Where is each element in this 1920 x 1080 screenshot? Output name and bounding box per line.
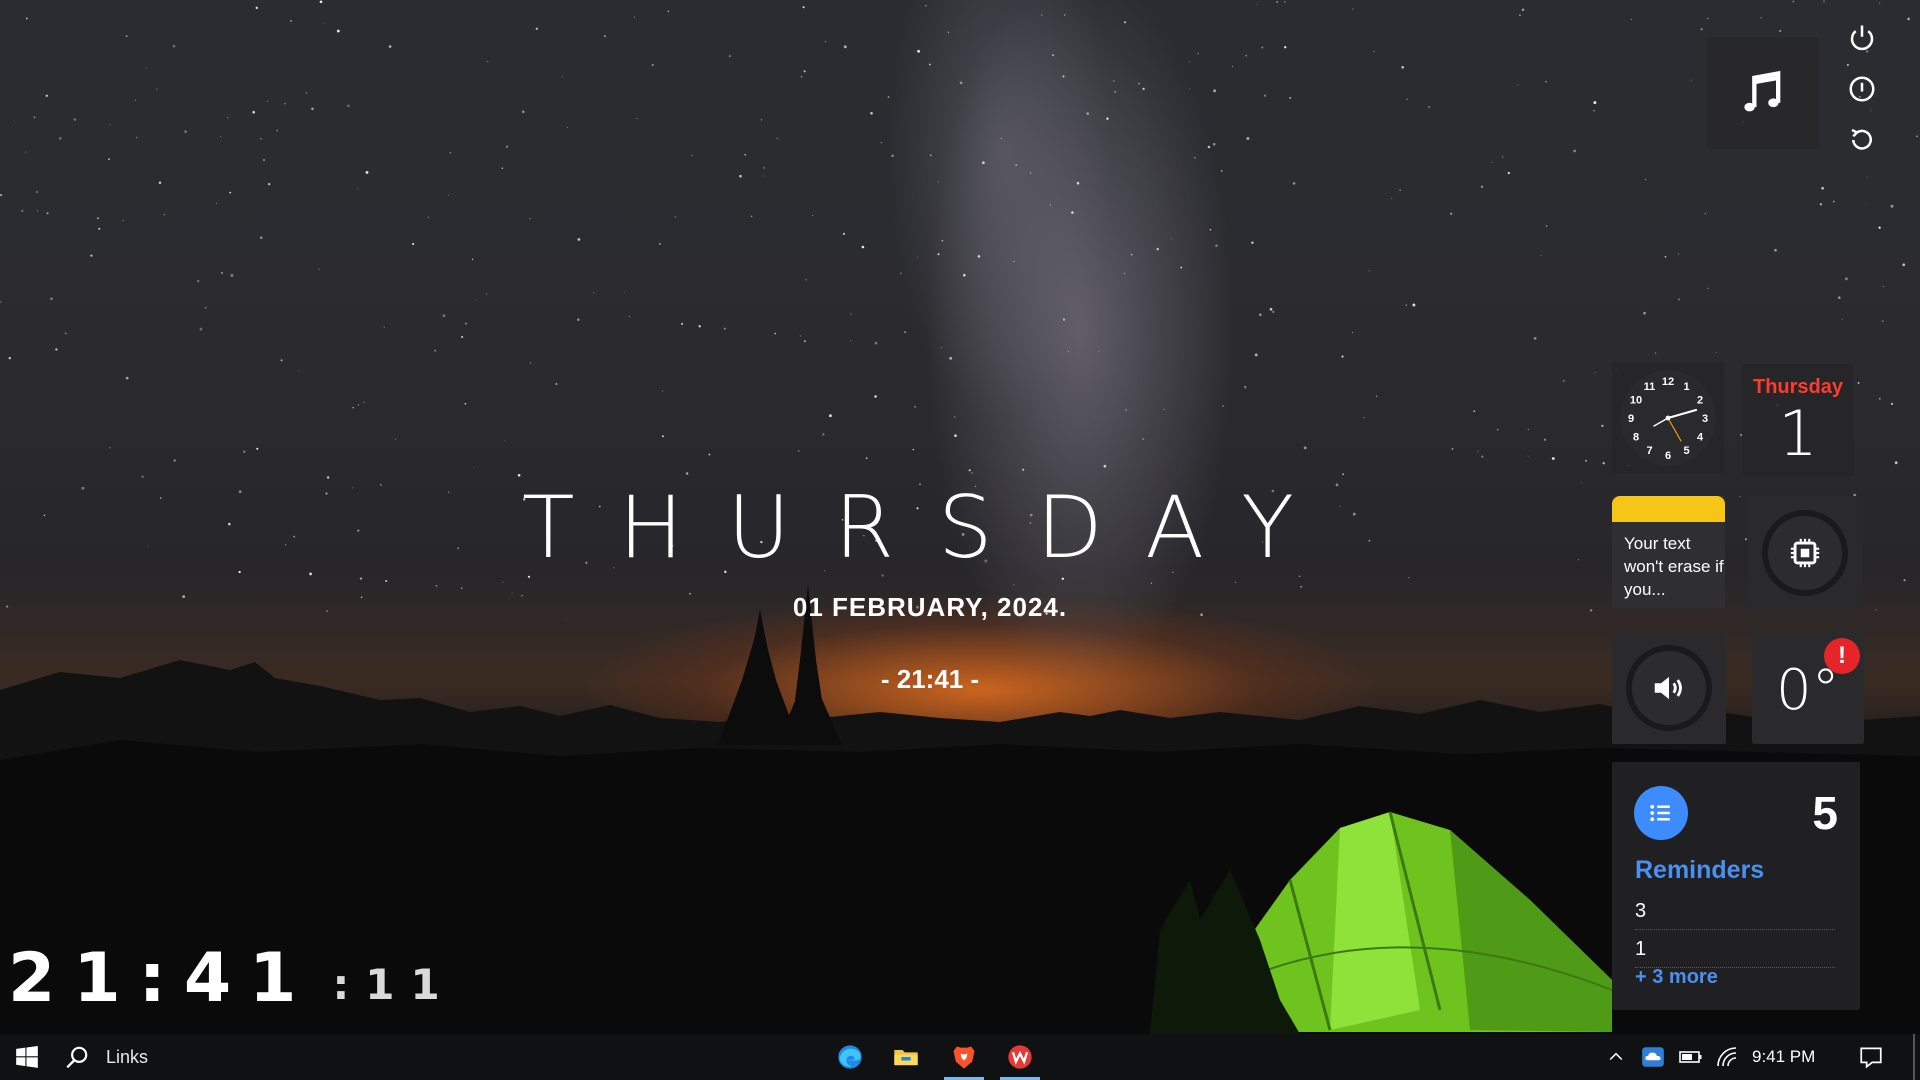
tray-onedrive[interactable]	[1638, 1034, 1668, 1080]
reminders-more-link[interactable]: + 3 more	[1635, 966, 1718, 989]
list-icon	[1634, 786, 1688, 840]
calendar-date-number: 1	[1778, 397, 1818, 470]
file-explorer-icon	[894, 1050, 918, 1066]
restart-icon	[1851, 128, 1872, 150]
taskbar-app-edge[interactable]	[826, 1034, 874, 1080]
list-bullets-icon	[1650, 804, 1670, 822]
info-icon	[1849, 76, 1875, 102]
action-center-button[interactable]	[1856, 1034, 1886, 1080]
search-icon	[66, 1046, 88, 1069]
restart-button[interactable]	[1844, 122, 1880, 158]
clock-number: 4	[1697, 432, 1704, 444]
search-label: Links	[106, 1046, 149, 1067]
center-time: - 21:41 -	[880, 664, 980, 694]
clock-number: 9	[1628, 413, 1634, 425]
sticky-note-widget[interactable]: Your text won't erase if you...	[1612, 496, 1725, 608]
start-button[interactable]	[8, 1042, 46, 1072]
clock-hours-minutes: 21:41	[8, 939, 315, 1018]
taskbar-app-brave[interactable]	[940, 1034, 988, 1080]
sticky-note-header	[1612, 496, 1725, 522]
cloud-sync-icon	[1642, 1047, 1664, 1067]
taskbar-search[interactable]: Links	[64, 1042, 148, 1072]
tray-overflow-button[interactable]	[1604, 1034, 1628, 1080]
music-note-icon	[1744, 70, 1781, 112]
brave-icon	[953, 1046, 975, 1069]
edge-icon	[838, 1045, 862, 1069]
calendar-day-name: Thursday	[1752, 376, 1844, 398]
weather-alert-mark: !	[1838, 642, 1846, 669]
reminder-item[interactable]: 1	[1635, 930, 1835, 968]
tray-battery[interactable]	[1676, 1034, 1706, 1080]
wifi-icon	[1717, 1047, 1737, 1067]
taskbar-clock[interactable]: 9:41 PM	[1752, 1034, 1815, 1080]
clock-number: 7	[1646, 445, 1652, 457]
clock-number: 11	[1644, 381, 1656, 393]
volume-widget[interactable]	[1612, 632, 1726, 744]
taskbar-app-explorer[interactable]	[882, 1034, 930, 1080]
clock-number: 6	[1665, 450, 1671, 462]
reminders-list: 3 1	[1635, 892, 1835, 968]
notification-icon	[1860, 1047, 1882, 1069]
full-date: 01 FEBRUARY, 2024.	[792, 592, 1068, 622]
tray-network[interactable]	[1712, 1034, 1742, 1080]
sticky-note-text: Your text won't erase if you...	[1624, 534, 1724, 599]
power-controls	[1844, 20, 1880, 173]
weather-widget[interactable]: 0° !	[1752, 632, 1864, 744]
cpu-usage-ring	[1762, 510, 1848, 596]
music-widget[interactable]	[1707, 37, 1819, 149]
cpu-chip-icon	[1790, 538, 1820, 568]
clock-number: 10	[1630, 395, 1642, 407]
windows-logo-icon	[16, 1045, 38, 1068]
analog-clock-widget[interactable]: 12 1 2 3 4 5 6 7 8 9 10 11	[1612, 362, 1724, 474]
shutdown-button[interactable]	[1844, 20, 1880, 56]
wps-office-icon	[1008, 1045, 1032, 1069]
clock-number: 3	[1702, 413, 1708, 425]
chevron-up-icon	[1609, 1052, 1623, 1061]
cpu-widget[interactable]	[1748, 496, 1862, 610]
taskbar: Links 9:41 PM	[0, 1034, 1920, 1080]
reminder-item[interactable]: 3	[1635, 892, 1835, 930]
sleep-button[interactable]	[1844, 71, 1880, 107]
battery-icon	[1679, 1051, 1702, 1063]
weather-alert-icon: !	[1824, 638, 1860, 674]
volume-ring	[1626, 645, 1712, 731]
clock-number: 5	[1683, 445, 1689, 457]
taskbar-app-wps[interactable]	[996, 1034, 1044, 1080]
clock-number: 2	[1697, 395, 1703, 407]
clock-seconds: :11	[332, 960, 456, 1009]
clock-number: 8	[1633, 432, 1639, 444]
clock-number: 12	[1662, 376, 1674, 388]
calendar-widget[interactable]: Thursday 1	[1742, 364, 1854, 476]
reminders-widget[interactable]: 5 Reminders 3 1 + 3 more	[1612, 762, 1860, 1010]
analog-clock-face: 12 12 3 456 78 9 1011	[1620, 370, 1716, 466]
show-desktop-button[interactable]	[1913, 1034, 1915, 1080]
big-day-name: THURSDAY	[522, 478, 1338, 578]
reminders-title: Reminders	[1635, 856, 1765, 884]
clock-number: 1	[1683, 381, 1689, 393]
power-icon	[1850, 25, 1874, 51]
speaker-icon	[1654, 676, 1682, 700]
reminders-count: 5	[1812, 787, 1838, 839]
digital-clock: 21:41 :11	[8, 944, 456, 1014]
